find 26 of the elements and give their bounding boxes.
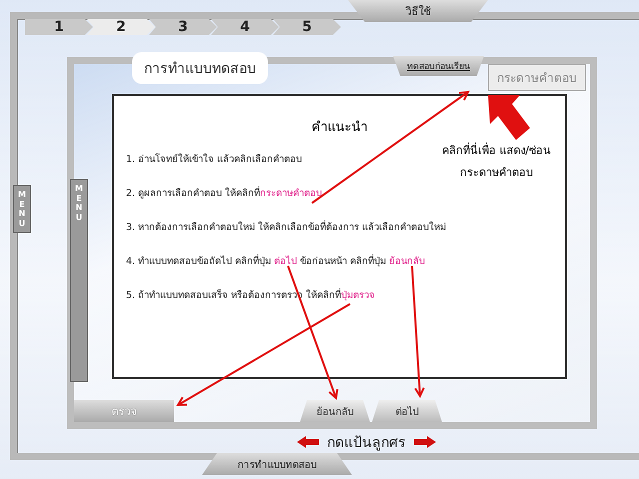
step-tab[interactable]: 3: [149, 19, 217, 35]
link[interactable]: กระดาษคำตอบ: [260, 188, 322, 199]
hint-text: กระดาษคำตอบ: [458, 165, 534, 181]
instruction-text: 2. ดูผลการเลือกคำตอบ ให้คลิกที่กระดาษคำตอบ: [126, 185, 324, 200]
instruction-text: 4. ทำแบบทดสอบข้อถัดไป คลิกที่ปุ่ม ต่อไป ข้อก่อนหน้า คลิกที่ปุ่ม ย้อนกลับ: [126, 253, 426, 268]
left-arrow-icon: [297, 436, 319, 448]
step-tab[interactable]: 1: [25, 19, 93, 35]
section-label: การทำแบบทดสอบ: [132, 52, 268, 84]
step-tab[interactable]: 4: [211, 19, 279, 35]
instruction-text: 3. หากต้องการเลือกคำตอบใหม่ ให้คลิกเลือกข้อที่ต้องการ แล้วเลือกคำตอบใหม่: [126, 219, 448, 234]
link[interactable]: ปุ่มตรวจ: [341, 290, 376, 301]
bottom-tab[interactable]: การทำแบบทดสอบ: [202, 453, 352, 475]
hint-text: คลิกที่นี่เพื่อ แสดง/ซ่อน: [442, 142, 551, 159]
next-button[interactable]: ต่อไป: [372, 400, 442, 422]
pretest-tab[interactable]: ทดสอบก่อนเรียน: [393, 56, 484, 76]
step-tab[interactable]: 2: [87, 19, 155, 35]
instruction-text: 1. อ่านโจทย์ให้เข้าใจ แล้วคลิกเลือกคำตอบ: [126, 152, 304, 166]
instructions-title: คำแนะนำ: [310, 119, 368, 137]
link[interactable]: ต่อไป: [274, 256, 298, 267]
back-button[interactable]: ย้อนกลับ: [300, 400, 370, 422]
right-arrow-icon: [414, 436, 436, 448]
arrow-keys-hint: กดแป้นลูกศร: [327, 434, 406, 453]
big-arrow-icon: [488, 95, 530, 140]
link[interactable]: ย้อนกลับ: [389, 256, 426, 267]
help-tab[interactable]: วิธีใช้: [348, 0, 488, 22]
step-tab[interactable]: 5: [273, 19, 341, 35]
